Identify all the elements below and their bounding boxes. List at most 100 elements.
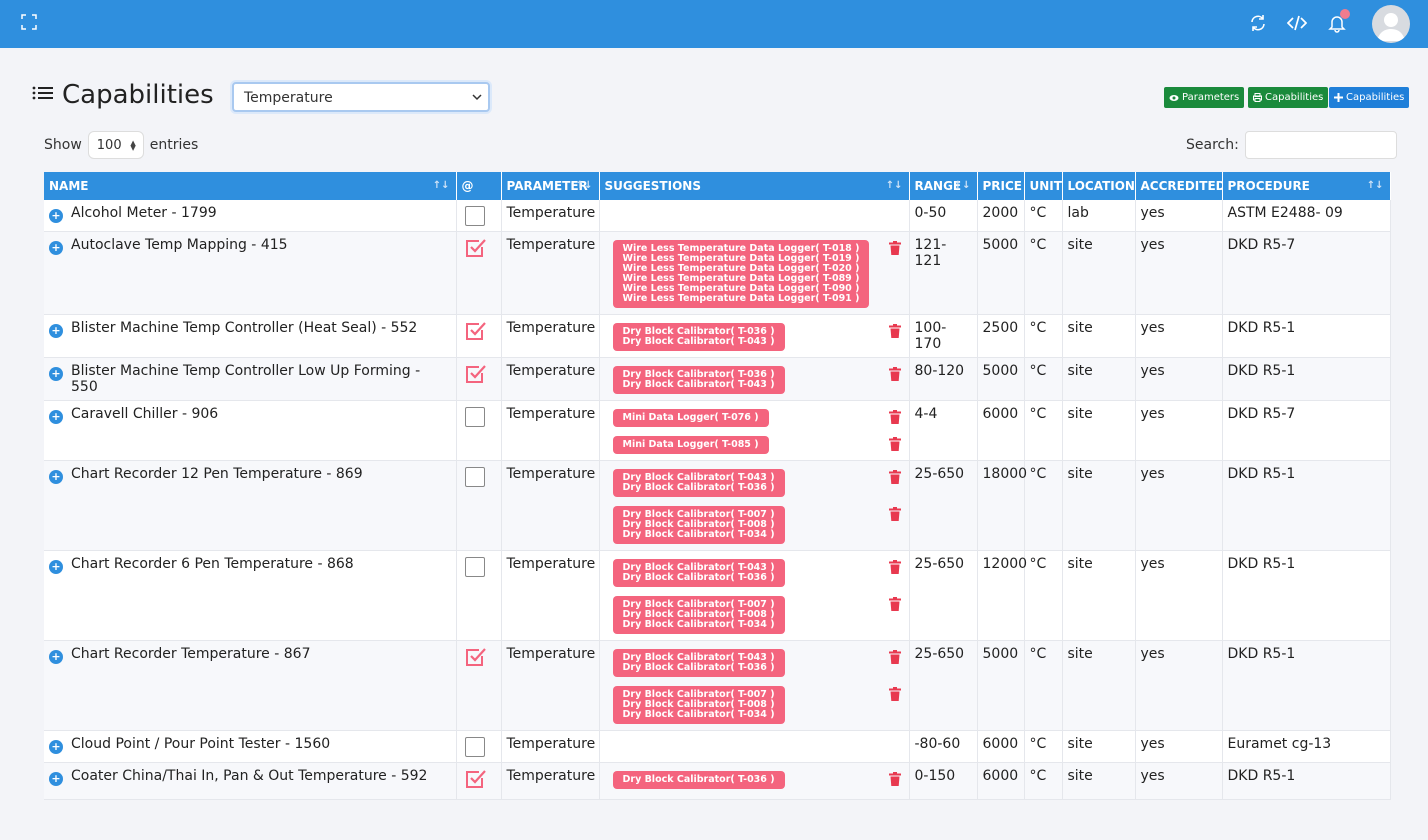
expand-icon[interactable]: [21, 14, 37, 30]
trash-icon[interactable]: [888, 650, 901, 664]
trash-icon[interactable]: [888, 367, 901, 381]
trash-icon[interactable]: [888, 507, 901, 521]
entries-select[interactable]: 100 ▲ ▼: [87, 131, 144, 159]
column-header-name[interactable]: NAME ↑↓: [44, 172, 457, 200]
expand-row-icon[interactable]: +: [49, 470, 63, 484]
column-header-procedure[interactable]: PROCEDURE ↑↓: [1222, 172, 1391, 200]
print-capabilities-button[interactable]: Capabilities: [1248, 87, 1329, 108]
trash-icon[interactable]: [888, 470, 901, 484]
expand-row-icon[interactable]: +: [49, 324, 63, 338]
add-capabilities-button[interactable]: Capabilities: [1329, 87, 1410, 108]
cell-unit: °C: [1024, 460, 1063, 551]
suggestion-row: Wire Less Temperature Data Logger( T-018…: [600, 237, 909, 308]
cell-price: 12000: [977, 550, 1027, 641]
eye-icon: [1169, 94, 1179, 101]
suggestion-tag[interactable]: Dry Block Calibrator( T-007 ) Dry Block …: [612, 686, 785, 724]
table-row: + Autoclave Temp Mapping - 415 Temperature…: [44, 231, 1391, 315]
table-row: + Blister Machine Temp Controller Low Up …: [44, 357, 1391, 401]
expand-row-icon[interactable]: +: [49, 740, 63, 754]
page-header: Capabilities: [32, 78, 214, 112]
chevron-down-icon: [472, 94, 482, 101]
suggestion-row: Dry Block Calibrator( T-036 ) Dry Block …: [600, 363, 909, 394]
column-header-accredited[interactable]: ACCREDITED: [1135, 172, 1223, 200]
cell-select: [456, 400, 502, 461]
cell-parameter: Temperature: [501, 550, 600, 641]
suggestion-tag[interactable]: Dry Block Calibrator( T-043 ) Dry Block …: [612, 559, 785, 587]
capability-name: Blister Machine Temp Controller (Heat Se…: [71, 320, 418, 336]
refresh-icon[interactable]: [1248, 13, 1268, 33]
trash-icon[interactable]: [888, 560, 901, 574]
checkbox[interactable]: [464, 557, 485, 577]
cell-price: 5000: [977, 231, 1025, 315]
trash-icon[interactable]: [888, 437, 901, 451]
suggestion-tag[interactable]: Dry Block Calibrator( T-036 ) Dry Block …: [612, 323, 785, 351]
column-header-range[interactable]: RANGE ↑↓: [909, 172, 978, 200]
checkbox[interactable]: [464, 206, 485, 226]
cell-suggestions: Dry Block Calibrator( T-036 ): [599, 762, 910, 800]
column-header-at[interactable]: @: [456, 172, 502, 200]
cell-accredited: yes: [1135, 762, 1223, 800]
suggestion-tag[interactable]: Dry Block Calibrator( T-036 ): [612, 771, 785, 789]
checkbox-checked[interactable]: [465, 646, 487, 668]
suggestion-row: Dry Block Calibrator( T-007 ) Dry Block …: [600, 503, 909, 544]
trash-icon[interactable]: [888, 597, 901, 611]
cell-accredited: yes: [1135, 400, 1223, 461]
cell-name: + Chart Recorder 12 Pen Temperature - 869: [44, 460, 457, 551]
checkbox[interactable]: [464, 467, 485, 487]
category-select[interactable]: Temperature: [232, 82, 490, 112]
cell-location: site: [1062, 550, 1136, 641]
capability-name: Cloud Point / Pour Point Tester - 1560: [71, 736, 331, 752]
suggestion-tag[interactable]: Dry Block Calibrator( T-043 ) Dry Block …: [612, 469, 785, 497]
suggestion-tag[interactable]: Dry Block Calibrator( T-007 ) Dry Block …: [612, 506, 785, 544]
trash-icon[interactable]: [888, 772, 901, 786]
expand-row-icon[interactable]: +: [49, 209, 63, 223]
cell-location: site: [1062, 357, 1136, 401]
suggestion-row: Dry Block Calibrator( T-036 ): [600, 768, 909, 789]
page-title: Capabilities: [62, 80, 214, 110]
expand-row-icon[interactable]: +: [49, 241, 63, 255]
column-header-parameter[interactable]: PARAMETER ↑↓: [501, 172, 600, 200]
checkbox-checked[interactable]: [465, 320, 487, 342]
suggestion-tag[interactable]: Dry Block Calibrator( T-043 ) Dry Block …: [612, 649, 785, 677]
cell-procedure: DKD R5-7: [1222, 400, 1391, 461]
code-icon[interactable]: [1287, 13, 1307, 33]
column-header-unit[interactable]: UNIT: [1024, 172, 1063, 200]
column-header-location[interactable]: LOCATION: [1062, 172, 1136, 200]
expand-row-icon[interactable]: +: [49, 650, 63, 664]
table-row: + Cloud Point / Pour Point Tester - 1560 T…: [44, 730, 1391, 763]
suggestion-tag[interactable]: Dry Block Calibrator( T-036 ) Dry Block …: [612, 366, 785, 394]
suggestion-tag[interactable]: Dry Block Calibrator( T-007 ) Dry Block …: [612, 596, 785, 634]
column-header-suggestions[interactable]: SUGGESTIONS ↑↓: [599, 172, 910, 200]
search-input[interactable]: [1244, 131, 1397, 159]
cell-procedure: DKD R5-1: [1222, 762, 1391, 800]
suggestion-row: Mini Data Logger( T-076 ): [600, 406, 909, 427]
trash-icon[interactable]: [888, 687, 901, 701]
cell-unit: °C: [1024, 231, 1063, 315]
avatar[interactable]: [1372, 5, 1410, 43]
cell-suggestions: Dry Block Calibrator( T-036 ) Dry Block …: [599, 314, 910, 358]
suggestion-tag[interactable]: Mini Data Logger( T-085 ): [612, 436, 769, 454]
parameters-button[interactable]: Parameters: [1164, 87, 1245, 108]
checkbox[interactable]: [464, 737, 485, 757]
suggestion-tag[interactable]: Mini Data Logger( T-076 ): [612, 409, 769, 427]
checkbox-checked[interactable]: [465, 768, 487, 790]
cell-unit: °C: [1024, 357, 1063, 401]
suggestion-tag[interactable]: Wire Less Temperature Data Logger( T-018…: [612, 240, 870, 308]
expand-row-icon[interactable]: +: [49, 367, 63, 381]
cell-parameter: Temperature: [501, 200, 600, 232]
checkbox-checked[interactable]: [465, 363, 487, 385]
expand-row-icon[interactable]: +: [49, 560, 63, 574]
trash-icon[interactable]: [888, 410, 901, 424]
cell-price: 5000: [977, 357, 1025, 401]
cell-accredited: yes: [1135, 357, 1223, 401]
expand-row-icon[interactable]: +: [49, 410, 63, 424]
expand-row-icon[interactable]: +: [49, 772, 63, 786]
checkbox[interactable]: [464, 407, 485, 427]
trash-icon[interactable]: [888, 324, 901, 338]
cell-name: + Alcohol Meter - 1799: [44, 200, 457, 232]
trash-icon[interactable]: [888, 241, 901, 255]
checkbox-checked[interactable]: [465, 237, 487, 259]
column-header-price[interactable]: PRICE: [977, 172, 1025, 200]
table-row: + Coater China/Thai In, Pan & Out Tempera…: [44, 762, 1391, 800]
table-row: + Chart Recorder 12 Pen Temperature - 869…: [44, 460, 1391, 551]
